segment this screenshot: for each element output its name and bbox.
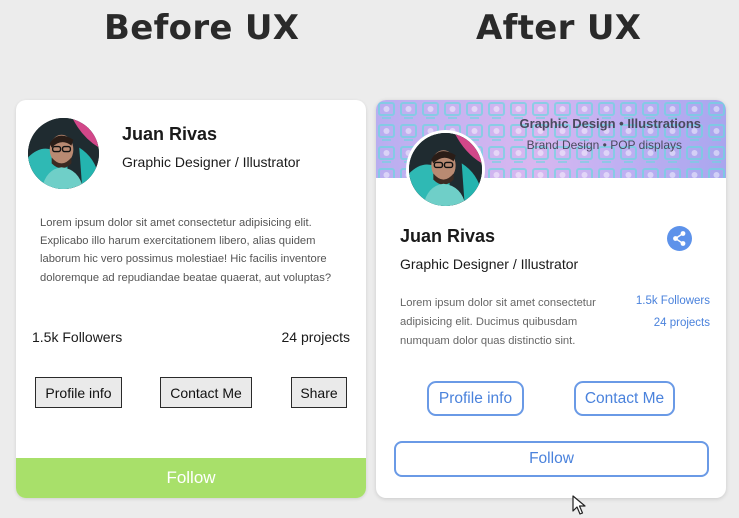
profile-info-button[interactable]: Profile info xyxy=(35,377,122,408)
followers-count: 1.5k Followers xyxy=(635,295,710,307)
banner-specialties: Graphic Design • Illustrations xyxy=(519,116,701,131)
after-ux-heading: After UX xyxy=(476,8,642,48)
projects-count: 24 projects xyxy=(281,329,350,345)
before-profile-card: Juan Rivas Graphic Designer / Illustrato… xyxy=(16,100,366,498)
avatar-photo xyxy=(28,118,99,189)
mouse-cursor-icon xyxy=(572,495,586,515)
profile-bio: Lorem ipsum dolor sit amet consectetur a… xyxy=(400,297,596,347)
follow-button[interactable]: Follow xyxy=(16,458,366,498)
follow-button[interactable]: Follow xyxy=(394,441,709,477)
contact-me-button[interactable]: Contact Me xyxy=(574,381,675,416)
profile-bio: Lorem ipsum dolor sit amet consectetur a… xyxy=(40,217,332,284)
before-ux-heading: Before UX xyxy=(104,8,300,48)
profile-title: Graphic Designer / Illustrator xyxy=(400,256,579,272)
profile-title: Graphic Designer / Illustrator xyxy=(122,154,301,170)
projects-count: 24 projects xyxy=(653,317,710,329)
after-profile-card: Graphic Design • Illustrations Brand Des… xyxy=(376,100,726,498)
contact-me-button[interactable]: Contact Me xyxy=(160,377,252,408)
share-button[interactable]: Share xyxy=(291,377,347,408)
avatar-photo xyxy=(409,133,482,206)
profile-info-button[interactable]: Profile info xyxy=(427,381,524,416)
followers-count: 1.5k Followers xyxy=(32,329,123,345)
avatar xyxy=(409,133,482,206)
avatar xyxy=(28,118,99,189)
share-icon[interactable] xyxy=(667,226,692,251)
profile-name: Juan Rivas xyxy=(122,124,218,144)
profile-name: Juan Rivas xyxy=(400,226,496,246)
banner-services: Brand Design • POP displays xyxy=(526,138,682,152)
